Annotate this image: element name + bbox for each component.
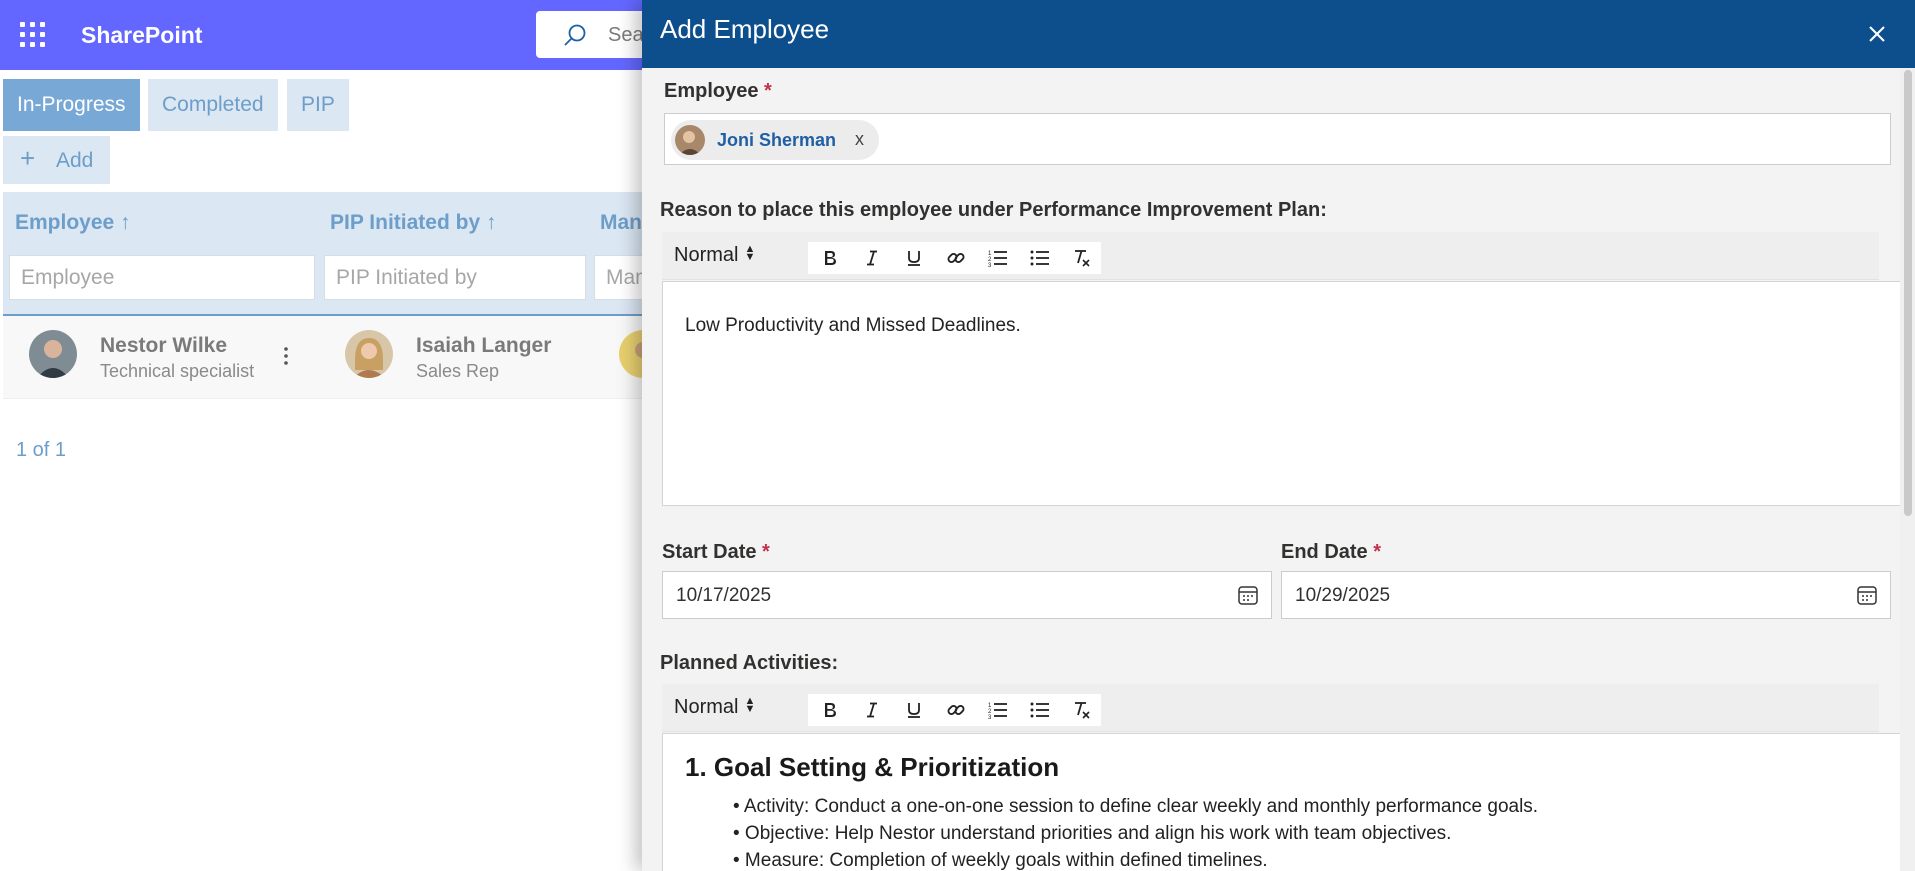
required-marker: * [1373, 541, 1382, 563]
activities-bullet: • Activity: Conduct a one-on-one session… [733, 796, 1539, 817]
end-date-value: 10/29/2025 [1295, 585, 1391, 606]
employee-role: Technical specialist [100, 361, 255, 381]
brand-title[interactable]: SharePoint [81, 22, 202, 49]
calendar-icon[interactable] [1856, 584, 1878, 606]
bullet-list-icon[interactable] [1024, 242, 1056, 274]
panel-header: Add Employee [642, 0, 1915, 68]
required-marker: * [764, 80, 772, 102]
column-header-pip-initiated-by[interactable]: PIP Initiated by ↑ [330, 211, 496, 235]
grid-header: Employee ↑ PIP Initiated by ↑ Man Employ… [3, 192, 654, 314]
bold-icon[interactable] [814, 242, 846, 274]
select-updown-icon: ▲ ▼ [744, 695, 756, 715]
add-button-label: Add [56, 149, 94, 172]
tab-completed[interactable]: Completed [148, 79, 278, 131]
avatar [29, 330, 77, 378]
reason-format-value: Normal [674, 244, 739, 266]
employee-filter-input[interactable]: Employee [9, 255, 315, 300]
link-icon[interactable] [940, 242, 972, 274]
svg-text:3: 3 [988, 263, 992, 267]
close-icon[interactable] [1862, 19, 1892, 49]
pip-initiated-by-filter-input[interactable]: PIP Initiated by [324, 255, 586, 300]
more-options-icon[interactable] [283, 346, 289, 366]
add-button[interactable]: + Add [3, 136, 110, 184]
reason-format-buttons: 123 [808, 242, 1101, 274]
start-date-input[interactable]: 10/17/2025 [662, 571, 1272, 619]
employee-people-picker[interactable]: Joni Sherman x [664, 113, 1891, 165]
reason-editor-toolbar: Normal ▲ ▼ 123 [662, 232, 1879, 280]
initiated-by-name[interactable]: Isaiah Langer [416, 334, 551, 358]
remove-person-button[interactable]: x [855, 129, 864, 150]
tab-pip[interactable]: PIP [287, 79, 349, 131]
column-header-manager[interactable]: Man [600, 211, 642, 235]
ordered-list-icon[interactable]: 123 [982, 242, 1014, 274]
reason-editor-text: Low Productivity and Missed Deadlines. [685, 315, 1021, 336]
svg-text:3: 3 [988, 715, 992, 719]
activities-bullet: • Objective: Help Nestor understand prio… [733, 823, 1452, 844]
reason-label: Reason to place this employee under Perf… [660, 199, 1327, 221]
app-launcher-icon[interactable] [20, 22, 46, 48]
underline-icon[interactable] [898, 242, 930, 274]
activities-editor-toolbar: Normal ▲ ▼ 123 [662, 684, 1879, 732]
clear-format-icon[interactable] [1066, 242, 1098, 274]
reason-format-select[interactable]: Normal ▲ ▼ [674, 244, 755, 267]
link-icon[interactable] [940, 694, 972, 726]
activities-format-select[interactable]: Normal ▲ ▼ [674, 696, 755, 719]
underline-icon[interactable] [898, 694, 930, 726]
calendar-icon[interactable] [1237, 584, 1259, 606]
employee-label-text: Employee [664, 80, 759, 102]
panel-scrollbar-thumb[interactable] [1904, 70, 1912, 516]
italic-icon[interactable] [856, 242, 888, 274]
search-placeholder: Sea [608, 24, 644, 46]
end-date-label-text: End Date [1281, 541, 1368, 563]
selected-person-chip[interactable]: Joni Sherman x [671, 120, 879, 160]
employee-name[interactable]: Nestor Wilke [100, 334, 227, 358]
search-icon [564, 24, 586, 46]
end-date-input[interactable]: 10/29/2025 [1281, 571, 1891, 619]
select-updown-icon: ▲ ▼ [744, 243, 756, 263]
planned-activities-label: Planned Activities: [660, 652, 839, 674]
tab-in-progress[interactable]: In-Progress [3, 79, 140, 131]
activities-heading: 1. Goal Setting & Prioritization [685, 752, 1060, 782]
panel-title: Add Employee [660, 14, 830, 44]
clear-format-icon[interactable] [1066, 694, 1098, 726]
add-employee-panel: Add Employee Employee * Joni Sherman x R… [642, 0, 1915, 871]
column-header-employee[interactable]: Employee ↑ [15, 211, 131, 235]
start-date-label: Start Date * [662, 541, 770, 564]
activities-bullet: • Measure: Completion of weekly goals wi… [733, 850, 1268, 871]
activities-editor[interactable]: 1. Goal Setting & Prioritization • Activ… [662, 733, 1907, 871]
start-date-label-text: Start Date [662, 541, 757, 563]
start-date-value: 10/17/2025 [676, 585, 772, 606]
required-marker: * [762, 541, 770, 563]
table-row[interactable]: Nestor Wilke Technical specialist Isaiah… [3, 316, 667, 399]
reason-editor[interactable]: Low Productivity and Missed Deadlines. [662, 281, 1907, 506]
employee-field-label: Employee * [664, 80, 772, 103]
italic-icon[interactable] [856, 694, 888, 726]
pager-text: 1 of 1 [16, 439, 67, 461]
avatar [675, 125, 705, 155]
bullet-list-icon[interactable] [1024, 694, 1056, 726]
selected-person-name: Joni Sherman [717, 130, 837, 150]
bold-icon[interactable] [814, 694, 846, 726]
avatar [345, 330, 393, 378]
plus-icon: + [20, 143, 36, 173]
activities-format-value: Normal [674, 696, 739, 718]
activities-format-buttons: 123 [808, 694, 1101, 726]
initiated-by-role: Sales Rep [416, 361, 500, 381]
end-date-label: End Date * [1281, 541, 1381, 564]
ordered-list-icon[interactable]: 123 [982, 694, 1014, 726]
